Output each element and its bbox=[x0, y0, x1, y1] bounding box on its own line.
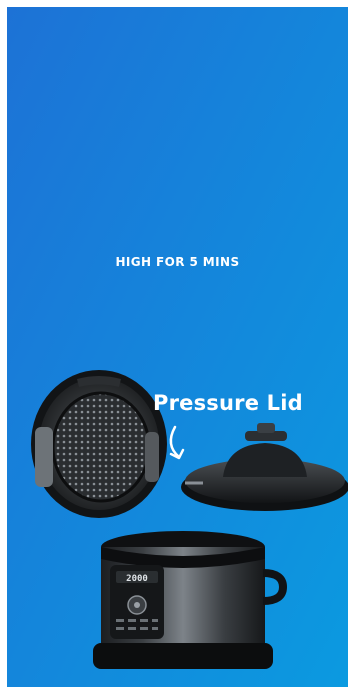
pressure-lid bbox=[181, 423, 348, 511]
crisping-lid-open bbox=[31, 370, 167, 518]
cooker-base: 2000 bbox=[93, 531, 288, 669]
curved-arrow-icon bbox=[169, 425, 185, 460]
display-readout: 2000 bbox=[126, 574, 148, 584]
pressure-lid-label: Pressure Lid bbox=[153, 391, 303, 415]
product-illustration: 2000 bbox=[31, 370, 348, 669]
promo-panel: HIGH FOR 5 MINS 2000 Pressure Lid bbox=[7, 7, 348, 687]
